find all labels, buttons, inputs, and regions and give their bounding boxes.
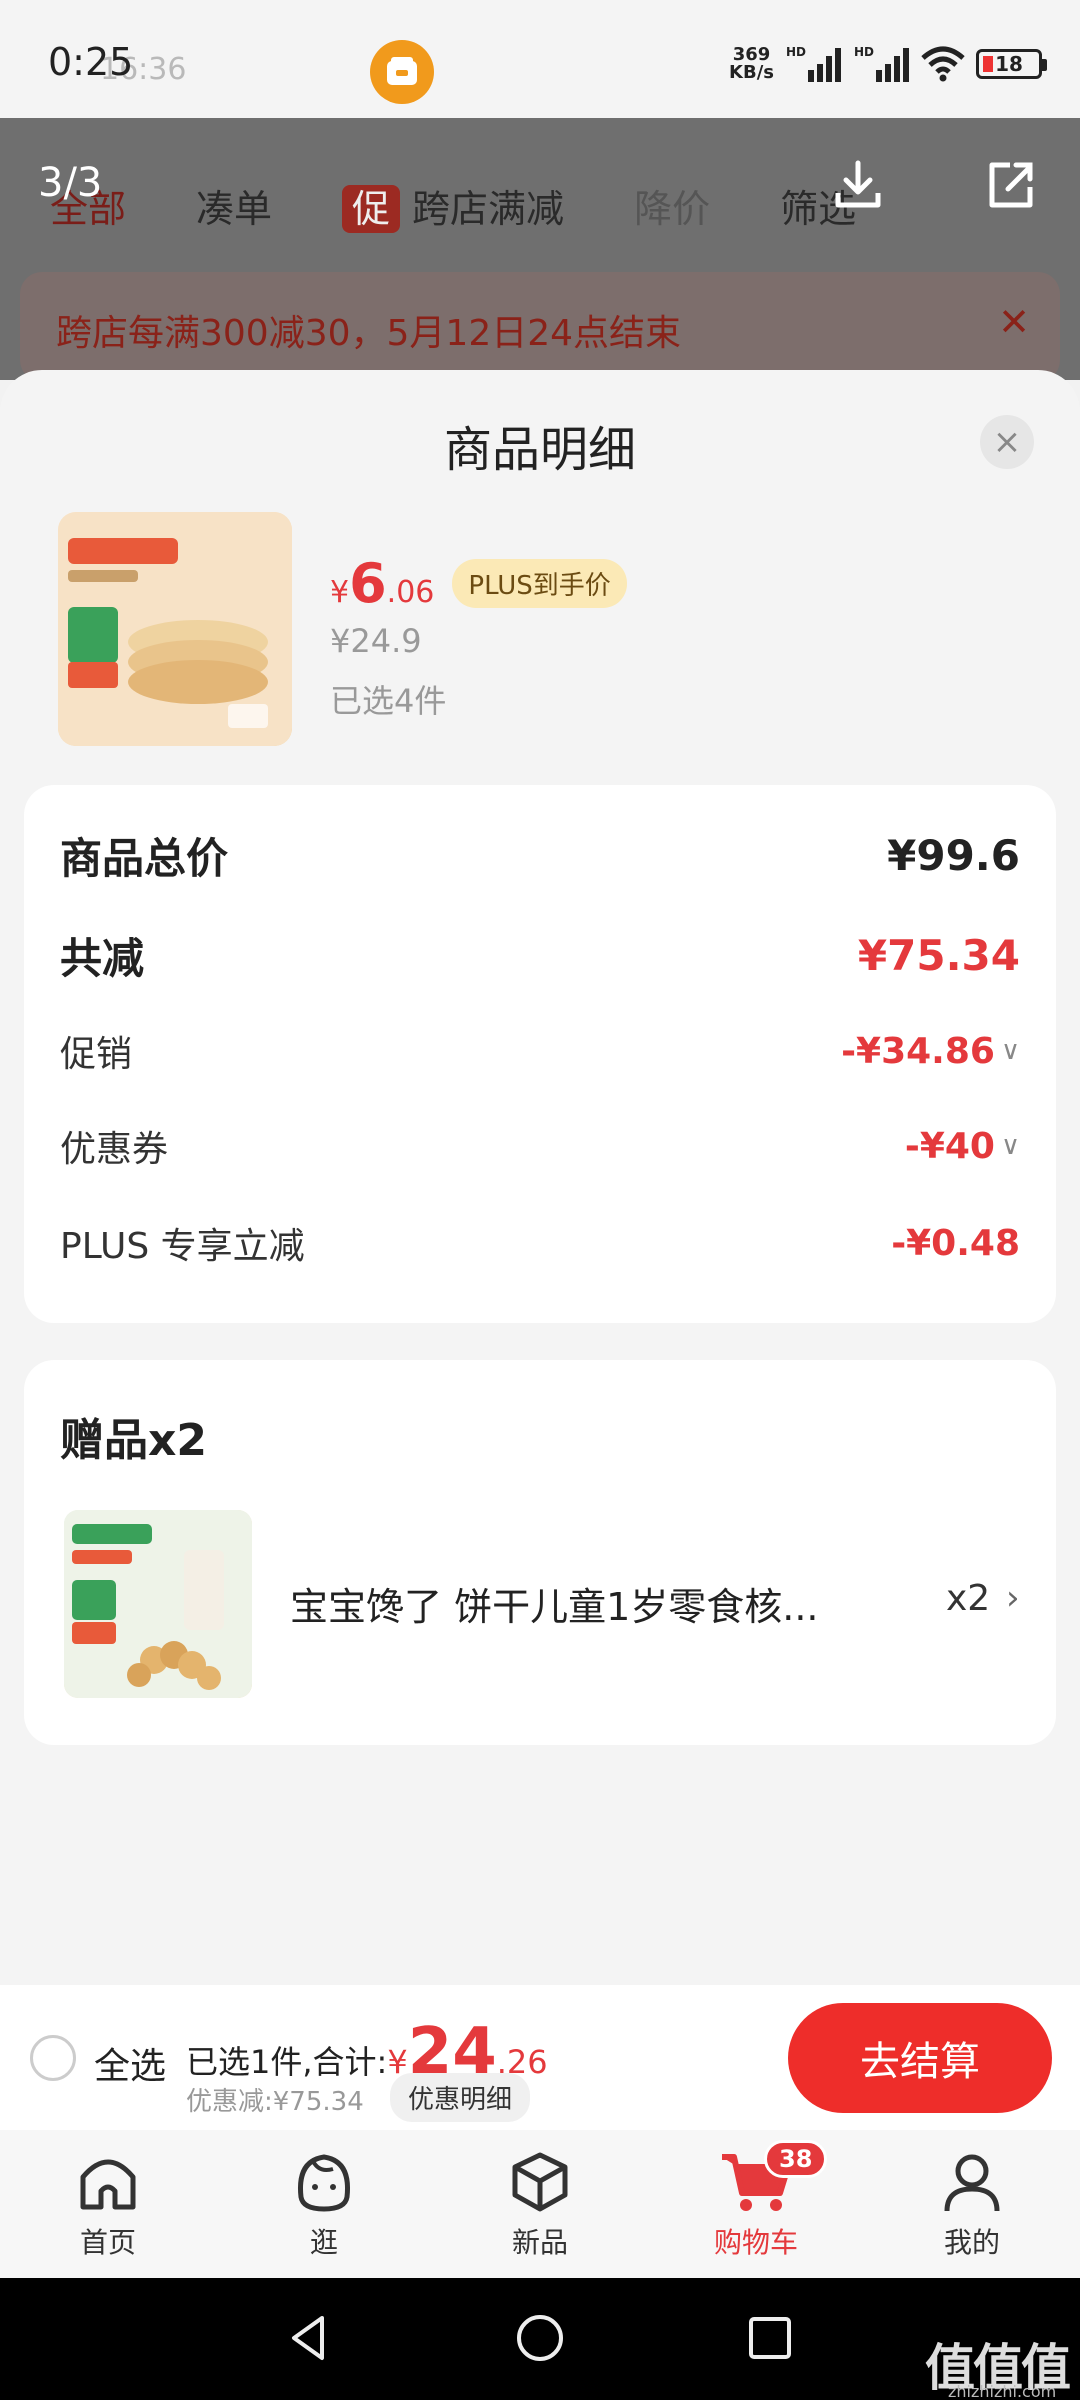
tab-browse-label: 逛 <box>309 2226 338 2259</box>
reduce-label: 共减 <box>60 934 145 983</box>
coupon-value: -¥40 <box>904 1125 995 1167</box>
recents-icon[interactable] <box>742 2310 798 2366</box>
svg-text:HD: HD <box>854 45 874 59</box>
gift-title: 赠品x2 <box>60 1415 207 1466</box>
chevron-down-icon: ∨ <box>1000 1131 1020 1161</box>
gift-card[interactable]: 赠品x2 宝宝馋了 饼干儿童1岁零食核... x2 › <box>24 1360 1056 1745</box>
summary-total-row: 商品总价 ¥99.6 <box>60 825 1020 886</box>
share-icon[interactable] <box>980 155 1040 215</box>
plus-price-tag: PLUS到手价 <box>452 559 627 608</box>
tab-home[interactable]: 首页 <box>0 2130 216 2278</box>
tab-new-label: 新品 <box>511 2226 568 2259</box>
tab-cart-label: 购物车 <box>713 2226 798 2259</box>
price-summary-card: 商品总价 ¥99.6 共减 ¥75.34 促销 -¥34.86 ∨ 优惠券 -¥4… <box>24 785 1056 1323</box>
back-icon[interactable] <box>282 2310 338 2366</box>
sheet-close-button[interactable]: × <box>980 415 1034 469</box>
total-value: ¥99.6 <box>887 831 1020 880</box>
cart-badge: 38 <box>764 2140 828 2178</box>
product-price: ¥ 6 .06 PLUS到手价 <box>330 552 627 616</box>
original-price: ¥24.9 <box>330 622 422 660</box>
plus-label: PLUS 专享立减 <box>60 1226 305 1267</box>
summary-plus-row: PLUS 专享立减 -¥0.48 <box>60 1217 1020 1269</box>
tab-browse[interactable]: 逛 <box>216 2130 432 2278</box>
svg-text:HD: HD <box>786 45 806 59</box>
summary-promo-row[interactable]: 促销 -¥34.86 ∨ <box>60 1025 1020 1077</box>
summary-coupon-row[interactable]: 优惠券 -¥40 ∨ <box>60 1120 1020 1172</box>
signal-icon-2: HD <box>854 45 909 82</box>
total-label: 商品总价 <box>60 834 229 883</box>
reduce-value: ¥75.34 <box>857 931 1020 980</box>
notification-app-icon <box>370 40 434 104</box>
price-decimal: .06 <box>386 575 435 610</box>
status-time: 0:25 <box>48 40 134 84</box>
coupon-value-wrap: -¥40 ∨ <box>905 1126 1020 1167</box>
home-icon <box>80 2159 136 2210</box>
price-symbol: ¥ <box>330 575 350 610</box>
promo-value-wrap: -¥34.86 ∨ <box>841 1031 1020 1072</box>
select-all-label[interactable]: 全选 <box>94 2037 166 2089</box>
plus-value: -¥0.48 <box>891 1222 1020 1264</box>
promo-tag: 促 <box>342 185 401 233</box>
chevron-right-icon: › <box>1006 1578 1020 1618</box>
chevron-down-icon: ∨ <box>1000 1036 1020 1066</box>
gift-image[interactable] <box>64 1510 252 1698</box>
summary-reduce-row: 共减 ¥75.34 <box>60 925 1020 986</box>
tab-new[interactable]: 新品 <box>432 2130 648 2278</box>
promo-label: 促销 <box>60 1034 133 1075</box>
promo-value: -¥34.86 <box>841 1030 995 1072</box>
signal-icon: HD <box>786 45 841 82</box>
bg-tab-combine: 凑单 <box>196 187 273 231</box>
background-tabs: 全部 凑单 促跨店满减 降价 筛选 <box>50 178 856 233</box>
background-banner: 跨店每满300减30，5月12日24点结束 ✕ <box>20 272 1060 382</box>
total-prefix: 已选1件,合计: <box>186 2043 388 2081</box>
sheet-title: 商品明细 <box>443 422 636 478</box>
status-bar: 16:36 0:25 369 KB/s HD HD 18 <box>0 0 1080 118</box>
tab-me-label: 我的 <box>943 2226 1000 2259</box>
bg-tab-cross-store-label: 跨店满减 <box>412 187 565 231</box>
discount-detail-button[interactable]: 优惠明细 <box>390 2073 531 2122</box>
system-nav-bar <box>0 2278 1080 2400</box>
banner-close-icon: ✕ <box>998 300 1030 344</box>
banner-text: 跨店每满300减30，5月12日24点结束 <box>56 313 682 354</box>
price-integer: 6 <box>349 552 387 615</box>
saved-amount: 优惠减:¥75.34 <box>186 2087 364 2117</box>
tab-home-label: 首页 <box>79 2226 136 2259</box>
checkout-button[interactable]: 去结算 <box>788 2003 1052 2113</box>
gift-name: 宝宝馋了 饼干儿童1岁零食核... <box>290 1585 819 1629</box>
status-icons: 369 KB/s HD HD 18 <box>729 44 1047 84</box>
user-icon <box>944 2154 1000 2212</box>
coupon-label: 优惠券 <box>60 1129 169 1170</box>
bottom-tabbar: 首页 逛 新品 38 购物车 我的 <box>0 2130 1080 2278</box>
battery-icon: 18 <box>976 49 1047 79</box>
gift-quantity: x2 <box>946 1578 991 1619</box>
cube-icon <box>512 2152 568 2212</box>
product-image[interactable] <box>58 512 292 746</box>
bg-tab-cross-store: 促跨店满减 <box>342 178 564 233</box>
tab-cart[interactable]: 38 购物车 <box>648 2130 864 2278</box>
face-icon <box>297 2154 351 2212</box>
watermark-url: zhizhizhi.com <box>948 2382 1057 2400</box>
select-all-radio[interactable] <box>30 2035 76 2081</box>
net-speed: 369 KB/s <box>729 44 774 83</box>
selected-count: 已选4件 <box>330 682 447 720</box>
tab-me[interactable]: 我的 <box>864 2130 1080 2278</box>
wifi-icon <box>921 46 965 82</box>
download-icon[interactable] <box>828 155 888 215</box>
bg-tab-price-drop: 降价 <box>634 187 711 231</box>
checkout-bar: 全选 已选1件,合计: ¥ 24 .26 优惠减:¥75.34 优惠明细 去结算 <box>0 1985 1080 2130</box>
home-nav-icon[interactable] <box>512 2310 568 2366</box>
image-counter: 3/3 <box>38 160 103 206</box>
